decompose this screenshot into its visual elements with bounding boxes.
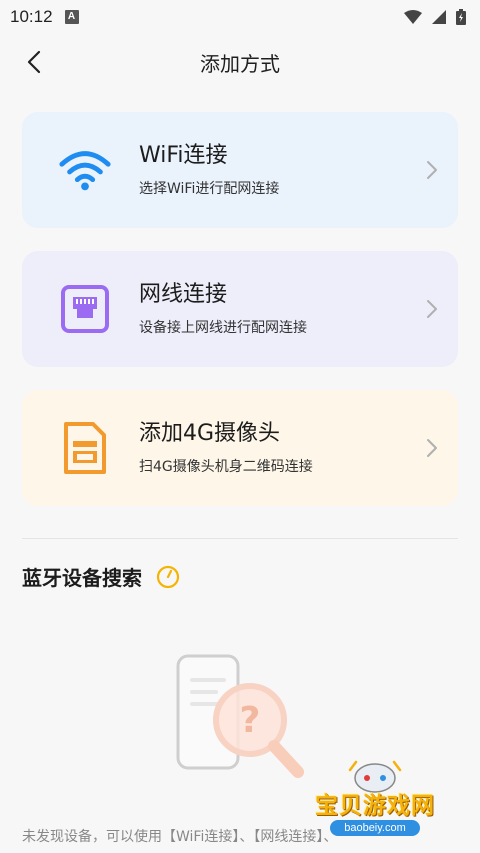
card-text: WiFi连接 选择WiFi进行配网连接: [139, 142, 279, 198]
card-title: WiFi连接: [139, 143, 228, 168]
wifi-connect-option[interactable]: WiFi连接 选择WiFi进行配网连接: [22, 112, 458, 228]
watermark-logo: 宝贝游戏网 baobeiy.com: [300, 758, 450, 848]
status-right: [404, 9, 466, 25]
status-left: 10:12 A: [10, 7, 79, 27]
card-text: 添加4G摄像头 扫4G摄像头机身二维码连接: [139, 420, 313, 476]
bluetooth-section-header: 蓝牙设备搜索: [22, 562, 180, 591]
add-4g-camera-option[interactable]: 添加4G摄像头 扫4G摄像头机身二维码连接: [22, 390, 458, 506]
chevron-left-icon: [27, 50, 41, 74]
notification-a-icon: A: [64, 10, 79, 24]
chevron-right-icon: [427, 300, 437, 318]
ethernet-connect-option[interactable]: 网线连接 设备接上网线进行配网连接: [22, 251, 458, 367]
watermark-url: baobeiy.com: [330, 820, 420, 836]
empty-state-text: 未发现设备，可以使用【WiFi连接】、【网线连接】、: [22, 829, 338, 845]
battery-charging-icon: [456, 9, 466, 25]
sim-card-icon: [58, 422, 112, 474]
bluetooth-section-title: 蓝牙设备搜索: [22, 566, 142, 590]
no-device-illustration: ?: [176, 654, 304, 778]
watermark-text: 宝贝游戏网: [315, 793, 435, 819]
card-subtitle: 扫4G摄像头机身二维码连接: [139, 459, 313, 475]
chevron-right-icon: [427, 161, 437, 179]
divider: [22, 538, 458, 539]
status-bar: 10:12 A: [0, 0, 480, 34]
card-subtitle: 设备接上网线进行配网连接: [139, 320, 307, 336]
timer-icon[interactable]: [156, 565, 180, 589]
svg-text:?: ?: [240, 700, 261, 741]
wifi-signal-icon: [404, 10, 422, 24]
card-title: 添加4G摄像头: [139, 421, 281, 446]
cell-signal-icon: [432, 10, 446, 24]
back-button[interactable]: [20, 48, 48, 76]
card-text: 网线连接 设备接上网线进行配网连接: [139, 281, 307, 337]
chevron-right-icon: [427, 439, 437, 457]
wifi-icon: [58, 145, 112, 195]
ethernet-port-icon: [58, 284, 112, 334]
card-title: 网线连接: [139, 282, 228, 307]
status-time: 10:12: [10, 7, 53, 26]
page-title: 添加方式: [200, 51, 280, 76]
card-subtitle: 选择WiFi进行配网连接: [139, 181, 280, 197]
header: 添加方式: [0, 40, 480, 84]
